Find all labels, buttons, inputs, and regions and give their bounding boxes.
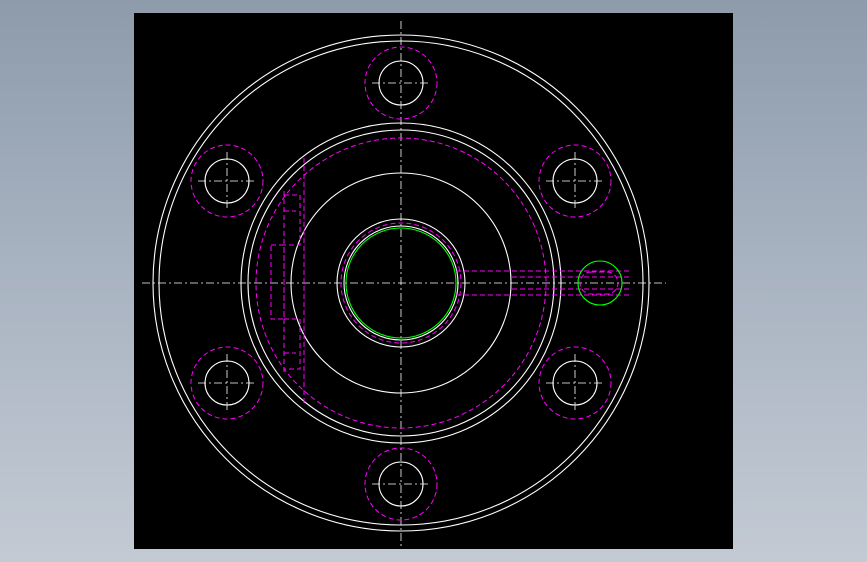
left-profile-recess — [270, 244, 285, 320]
bolt-hole-upper-right — [538, 144, 612, 218]
bolt-hole-upper-left — [190, 144, 264, 218]
left-profile-lower-step — [284, 318, 301, 370]
left-profile-upper-step — [284, 194, 301, 246]
center-lines — [142, 21, 666, 546]
flange-drawing — [142, 21, 666, 546]
port-highlight-circle — [577, 260, 623, 306]
bolt-hole-lower-right — [538, 346, 612, 420]
bolt-hole-lower-left — [190, 346, 264, 420]
cad-viewport[interactable] — [134, 13, 733, 549]
